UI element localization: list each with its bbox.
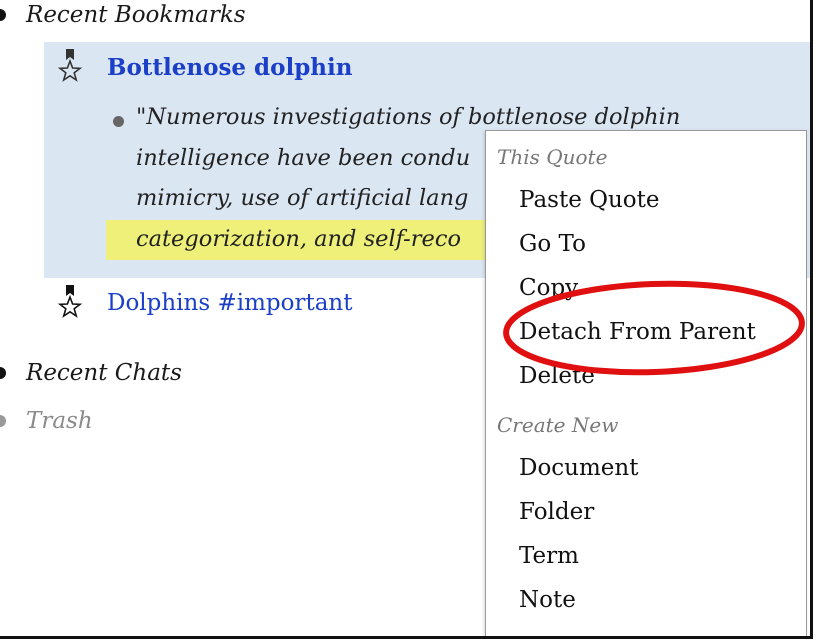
bookmark-bottlenose-dolphin[interactable]: Bottlenose dolphin [107, 54, 352, 81]
bullet-icon [0, 367, 6, 379]
tree-node-trash[interactable]: Trash [0, 408, 93, 434]
quote-bullet-icon [113, 116, 124, 127]
quote-line-1[interactable]: "Numerous investigations of bottlenose d… [136, 104, 680, 130]
bookmark-dolphins-important[interactable]: Dolphins #important [107, 290, 352, 316]
bookmark-star-icon [57, 49, 83, 82]
recent-chats-label: Recent Chats [26, 360, 182, 386]
quote-line-4[interactable]: categorization, and self-reco [136, 226, 461, 252]
trash-label: Trash [26, 408, 93, 434]
section-create-new: Create New [497, 413, 619, 437]
menu-item-detach-from-parent[interactable]: Detach From Parent [519, 319, 756, 345]
menu-item-note[interactable]: Note [519, 587, 576, 613]
bullet-icon [0, 415, 6, 427]
menu-item-document[interactable]: Document [519, 455, 638, 481]
section-this-quote: This Quote [497, 145, 608, 169]
quote-line-3[interactable]: mimicry, use of artificial lang [136, 185, 468, 211]
bookmark-star-icon [57, 285, 83, 318]
menu-item-delete[interactable]: Delete [519, 363, 595, 389]
bullet-icon [0, 9, 6, 21]
menu-item-folder[interactable]: Folder [519, 499, 594, 525]
menu-item-copy[interactable]: Copy [519, 275, 578, 301]
outline-panel: Recent Bookmarks Bottlenose dolphin "Num… [0, 0, 813, 639]
tree-node-recent-chats[interactable]: Recent Chats [0, 360, 182, 386]
tree-node-recent-bookmarks[interactable]: Recent Bookmarks [0, 2, 246, 28]
quote-line-2[interactable]: intelligence have been condu [136, 145, 470, 171]
context-menu: This Quote Paste Quote Go To Copy Detach… [485, 130, 807, 636]
menu-item-term[interactable]: Term [519, 543, 579, 569]
menu-item-paste-quote[interactable]: Paste Quote [519, 187, 660, 213]
recent-bookmarks-label: Recent Bookmarks [26, 2, 246, 28]
menu-item-go-to[interactable]: Go To [519, 231, 586, 257]
